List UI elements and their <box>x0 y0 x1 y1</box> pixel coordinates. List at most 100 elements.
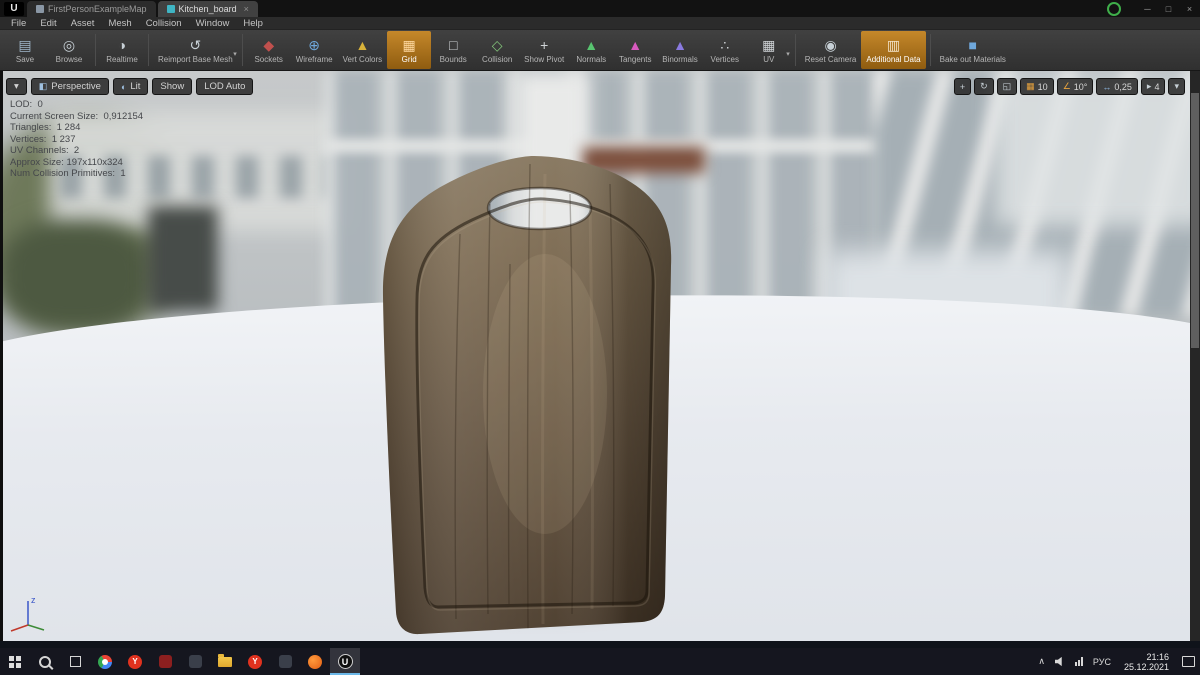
network-icon[interactable] <box>1070 648 1088 675</box>
viewport-snap-icon: + <box>959 81 966 92</box>
file-explorer-icon[interactable] <box>210 648 240 675</box>
dropdown-caret-icon[interactable]: ▾ <box>233 50 237 58</box>
minimize-button[interactable]: ─ <box>1137 4 1158 14</box>
system-tray: ∧ РУС 21:16 25.12.2021 <box>1033 648 1200 675</box>
camera-speed-dropdown[interactable]: ▾ <box>1168 78 1185 95</box>
grid-snap-button[interactable]: ▦ 10 <box>1020 78 1054 95</box>
toolbar-button-icon: ▥ <box>886 36 901 53</box>
scene-doorway <box>148 206 218 311</box>
lod-auto-button[interactable]: LOD Auto <box>196 78 254 95</box>
rotate-widget-button[interactable]: ↻ <box>974 78 994 95</box>
toolbar-button-label: Collision <box>482 54 513 64</box>
translate-widget-button[interactable]: + <box>953 78 972 95</box>
viewport-scrollbar[interactable] <box>1190 71 1200 641</box>
menu-item[interactable]: Mesh <box>101 18 138 29</box>
volume-icon[interactable] <box>1050 648 1070 675</box>
menu-item[interactable]: Help <box>236 18 270 29</box>
additional-data-toggle[interactable]: ▥ Additional Data <box>861 31 926 69</box>
menu-item[interactable]: File <box>4 18 33 29</box>
normals-toggle[interactable]: ▲ Normals <box>569 31 613 69</box>
toolbar-button[interactable] <box>148 34 149 66</box>
menu-item[interactable]: Asset <box>64 18 102 29</box>
toolbar-button[interactable] <box>794 34 796 66</box>
reimport-base-mesh-button[interactable]: ↺ Reimport Base Mesh ▾ <box>153 31 238 69</box>
app-icon-red[interactable] <box>150 648 180 675</box>
toolbar-button[interactable] <box>95 34 96 66</box>
toolbar-button-label: Wireframe <box>295 54 333 64</box>
close-button[interactable]: × <box>1179 4 1200 14</box>
tab-close-icon[interactable]: × <box>244 4 249 14</box>
viewport-options-button[interactable]: ▾ <box>6 78 27 95</box>
viewport-snap-icon: ▸ <box>1146 81 1152 91</box>
viewport-button-label: ▾ <box>14 81 19 92</box>
language-indicator[interactable]: РУС <box>1088 648 1116 675</box>
clock[interactable]: 21:16 25.12.2021 <box>1116 648 1177 675</box>
toolbar-button-icon: + <box>540 36 549 53</box>
tab-kitchen-board[interactable]: Kitchen_board × <box>157 1 258 17</box>
task-view-button[interactable] <box>60 648 90 675</box>
browse-button[interactable]: ◎ Browse <box>47 31 91 69</box>
scale-widget-button[interactable]: ◱ <box>996 78 1018 95</box>
lit-mode-button[interactable]: ◐ Lit <box>112 78 149 95</box>
viewport-button-label: LOD Auto <box>204 81 246 92</box>
toolbar-button[interactable] <box>241 34 243 66</box>
maximize-button[interactable]: □ <box>1158 4 1179 14</box>
stat-line: Approx Size: 197x110x324 <box>10 156 123 168</box>
menu-item[interactable]: Window <box>189 18 237 29</box>
viewport-toolbar-left: ▾ ◧ Perspective ◐ Lit Show LOD Auto <box>6 78 254 95</box>
collision-toggle[interactable]: ◇ Collision <box>475 31 519 69</box>
search-button[interactable] <box>30 648 60 675</box>
tab-label: FirstPersonExampleMap <box>48 4 147 14</box>
realtime-button[interactable]: ◑ Realtime <box>100 31 144 69</box>
app-icon-orange[interactable] <box>300 648 330 675</box>
show-pivot-toggle[interactable]: + Show Pivot <box>519 31 569 69</box>
vertices-toggle[interactable]: ∴ Vertices <box>703 31 747 69</box>
save-button[interactable]: ▤ Save <box>3 31 47 69</box>
start-button[interactable] <box>0 648 30 675</box>
vert-colors-toggle[interactable]: ▲ Vert Colors <box>338 31 388 69</box>
toolbar-button-label: Grid <box>401 54 417 64</box>
scale-snap-button[interactable]: ↔ 0,25 <box>1096 78 1138 95</box>
grid-toggle[interactable]: ▦ Grid <box>387 31 432 69</box>
tab-firstpersonexamplemap[interactable]: FirstPersonExampleMap <box>27 1 156 17</box>
app-icon-dark-2[interactable] <box>270 648 300 675</box>
tangents-toggle[interactable]: ▲ Tangents <box>613 31 657 69</box>
toolbar-button[interactable] <box>929 34 931 66</box>
bounds-toggle[interactable]: □ Bounds <box>431 31 475 69</box>
uv-toggle[interactable]: ▦ UV ▾ <box>747 31 791 69</box>
sockets-toggle[interactable]: ◆ Sockets <box>247 31 291 69</box>
reset-camera-button[interactable]: ◉ Reset Camera <box>800 31 862 69</box>
taskbar-app-icon <box>188 655 202 668</box>
notifications-button[interactable] <box>1177 648 1200 675</box>
scrollbar-thumb[interactable] <box>1191 93 1199 348</box>
window-controls: ─ □ × <box>1107 0 1200 17</box>
yandex-browser-icon[interactable]: Y <box>120 648 150 675</box>
wireframe-toggle[interactable]: ⊕ Wireframe <box>291 31 338 69</box>
menu-item[interactable]: Collision <box>139 18 189 29</box>
unreal-editor-window: U FirstPersonExampleMap Kitchen_board × … <box>0 0 1200 675</box>
taskbar-app-icon <box>278 655 292 668</box>
bake-out-materials-button[interactable]: ■ Bake out Materials <box>935 31 1011 69</box>
app-icon-dark-1[interactable] <box>180 648 210 675</box>
yandex-music-icon[interactable]: Y <box>240 648 270 675</box>
viewport-3d[interactable]: ▾ ◧ Perspective ◐ Lit Show LOD Auto + ↻ … <box>0 71 1200 641</box>
toolbar-button-label: Binormals <box>662 54 698 64</box>
scene-trees-dark <box>0 221 150 331</box>
show-flags-button[interactable]: Show <box>152 78 193 95</box>
menu-item[interactable]: Edit <box>33 18 63 29</box>
stat-line: Vertices: 1 237 <box>10 133 76 145</box>
hidden-icons-button[interactable]: ∧ <box>1033 648 1050 675</box>
toolbar-button-label: Vertices <box>710 54 740 64</box>
account-avatar-icon[interactable] <box>1107 1 1121 16</box>
chrome-icon[interactable] <box>90 648 120 675</box>
camera-speed-button[interactable]: ▸ 4 <box>1140 78 1166 95</box>
dropdown-caret-icon[interactable]: ▾ <box>786 50 790 58</box>
toolbar-button-icon: ⊕ <box>308 36 321 53</box>
unreal-editor-button[interactable]: U <box>330 648 360 675</box>
toolbar-button-icon: ▲ <box>673 36 687 53</box>
perspective-button[interactable]: ◧ Perspective <box>30 78 109 95</box>
viewport-toolbar-right: + ↻ ◱ ▦ 10 ∠ 10° ↔ 0,25 ▸ 4 ▾ <box>953 78 1185 95</box>
binormals-toggle[interactable]: ▲ Binormals <box>657 31 703 69</box>
rotation-snap-button[interactable]: ∠ 10° <box>1056 78 1094 95</box>
static-mesh-cutting-board[interactable] <box>370 144 685 641</box>
